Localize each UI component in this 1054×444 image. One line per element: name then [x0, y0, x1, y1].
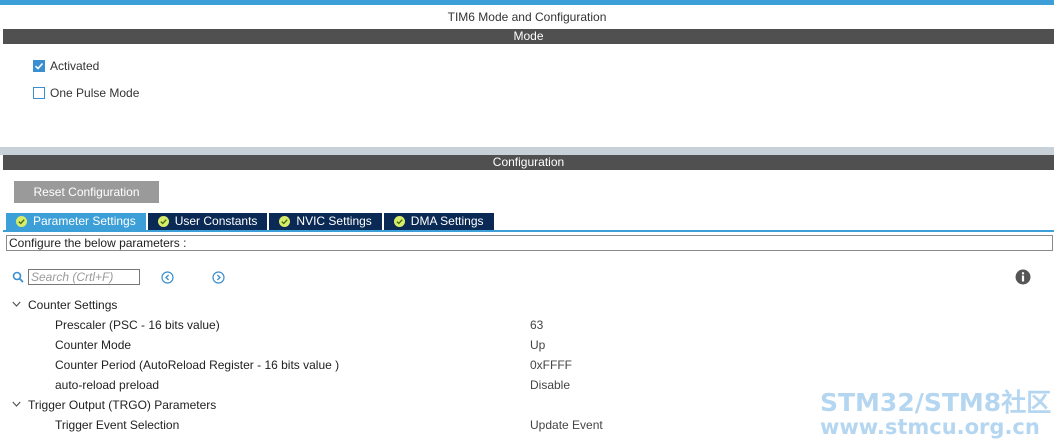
one-pulse-mode-label: One Pulse Mode: [50, 86, 140, 100]
param-value[interactable]: Up: [530, 335, 545, 355]
param-name: auto-reload preload: [55, 378, 160, 392]
tab-label: NVIC Settings: [296, 214, 372, 228]
mode-panel: Mode Activated One Pulse Mode: [3, 29, 1054, 147]
param-name: Prescaler (PSC - 16 bits value): [55, 318, 220, 332]
param-auto-reload-preload[interactable]: auto-reload preload Disable: [3, 375, 1054, 395]
search-row: [12, 269, 140, 285]
chevron-down-icon[interactable]: [12, 401, 21, 408]
configuration-panel: Configuration Reset Configuration Parame…: [3, 155, 1054, 444]
check-circle-icon: [16, 216, 27, 227]
param-name: Counter Period (AutoReload Register - 16…: [55, 358, 340, 372]
tab-user-constants[interactable]: User Constants: [147, 213, 268, 230]
next-result-icon[interactable]: [212, 271, 225, 284]
tab-underline: [3, 230, 1054, 232]
reset-configuration-button[interactable]: Reset Configuration: [14, 181, 159, 203]
configuration-section-header: Configuration: [3, 155, 1054, 170]
activated-label: Activated: [50, 59, 100, 73]
tab-label: DMA Settings: [410, 214, 484, 228]
tab-parameter-settings[interactable]: Parameter Settings: [6, 213, 146, 230]
one-pulse-mode-checkbox[interactable]: [33, 87, 45, 99]
group-trigger-output[interactable]: Trigger Output (TRGO) Parameters: [3, 395, 1054, 415]
chevron-down-icon[interactable]: [12, 301, 21, 308]
tab-dma-settings[interactable]: DMA Settings: [383, 213, 494, 230]
activated-checkbox-row[interactable]: Activated: [33, 59, 99, 73]
search-input[interactable]: [28, 269, 140, 285]
param-value[interactable]: Disable: [530, 375, 570, 395]
config-tabs: Parameter Settings User Constants NVIC S…: [6, 213, 496, 230]
param-prescaler[interactable]: Prescaler (PSC - 16 bits value) 63: [3, 315, 1054, 335]
activated-checkbox[interactable]: [33, 60, 45, 72]
check-circle-icon: [279, 216, 291, 227]
param-name: Trigger Event Selection: [55, 418, 180, 432]
group-counter-settings[interactable]: Counter Settings: [3, 295, 1054, 315]
check-circle-icon: [393, 216, 405, 227]
param-counter-period[interactable]: Counter Period (AutoReload Register - 16…: [3, 355, 1054, 375]
panel-splitter[interactable]: [0, 147, 1054, 155]
search-icon: [12, 271, 24, 283]
mode-section-header: Mode: [3, 29, 1054, 44]
check-circle-icon: [157, 216, 169, 227]
param-value[interactable]: 63: [530, 315, 543, 335]
previous-result-icon[interactable]: [161, 271, 174, 284]
info-icon[interactable]: [1015, 269, 1031, 285]
checkmark-icon: [34, 62, 44, 70]
param-trigger-event-selection[interactable]: Trigger Event Selection Update Event: [3, 415, 1054, 435]
param-value[interactable]: 0xFFFF: [530, 355, 572, 375]
tab-nvic-settings[interactable]: NVIC Settings: [269, 213, 382, 230]
tab-label: Parameter Settings: [33, 214, 136, 228]
group-label: Trigger Output (TRGO) Parameters: [28, 398, 217, 412]
group-label: Counter Settings: [28, 298, 118, 312]
param-value[interactable]: Update Event: [530, 415, 603, 435]
parameters-description: Configure the below parameters :: [6, 235, 1053, 251]
one-pulse-mode-checkbox-row[interactable]: One Pulse Mode: [33, 86, 139, 100]
param-name: Counter Mode: [55, 338, 132, 352]
parameter-tree: Counter Settings Prescaler (PSC - 16 bit…: [3, 295, 1054, 435]
window-title: TIM6 Mode and Configuration: [447, 10, 607, 24]
param-counter-mode[interactable]: Counter Mode Up: [3, 335, 1054, 355]
tab-label: User Constants: [174, 214, 258, 228]
